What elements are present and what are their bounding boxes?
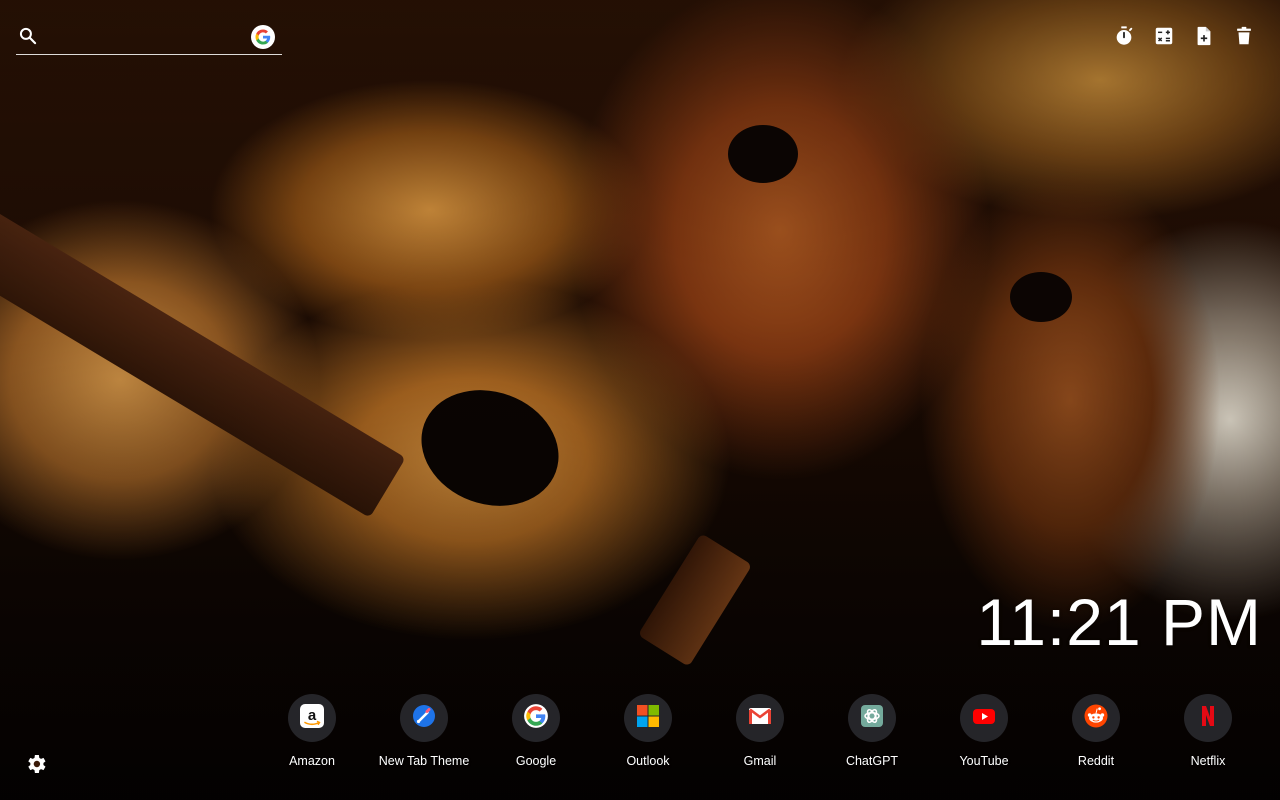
outlook-icon xyxy=(635,703,661,734)
shortcut-label: ChatGPT xyxy=(845,754,899,768)
search-icon[interactable] xyxy=(18,26,38,46)
shortcut-google[interactable]: Google xyxy=(480,694,592,768)
shortcut-tile[interactable] xyxy=(400,694,448,742)
shortcut-label: Google xyxy=(515,754,557,768)
timer-icon[interactable] xyxy=(1112,24,1136,48)
gear-icon[interactable] xyxy=(24,752,48,776)
shortcut-new-tab-theme[interactable]: New Tab Theme xyxy=(368,694,480,768)
shortcut-label: Amazon xyxy=(289,754,335,768)
shortcut-reddit[interactable]: Reddit xyxy=(1040,694,1152,768)
shortcut-outlook[interactable]: Outlook xyxy=(592,694,704,768)
google-search-engine-icon[interactable] xyxy=(251,25,275,49)
trash-icon[interactable] xyxy=(1232,24,1256,48)
wallpaper-shade xyxy=(0,0,1280,800)
shortcut-gmail[interactable]: Gmail xyxy=(704,694,816,768)
shortcut-label: YouTube xyxy=(959,754,1009,768)
shortcut-tile[interactable] xyxy=(512,694,560,742)
shortcut-tile[interactable] xyxy=(736,694,784,742)
svg-text:a: a xyxy=(308,707,317,724)
wallpaper-background: 11:21 PM a Amazon New Tab Theme Google O… xyxy=(0,0,1280,800)
reddit-icon xyxy=(1083,703,1109,734)
clock-display: 11:21 PM xyxy=(976,585,1262,659)
calculator-icon[interactable] xyxy=(1152,24,1176,48)
shortcut-tile[interactable] xyxy=(960,694,1008,742)
shortcut-youtube[interactable]: YouTube xyxy=(928,694,1040,768)
shortcut-tile[interactable] xyxy=(1184,694,1232,742)
netflix-icon xyxy=(1195,703,1221,734)
shortcut-label: New Tab Theme xyxy=(378,754,470,768)
shortcut-chatgpt[interactable]: ChatGPT xyxy=(816,694,928,768)
search-bar xyxy=(16,22,282,55)
shortcut-tile[interactable] xyxy=(1072,694,1120,742)
search-input[interactable] xyxy=(48,26,252,50)
top-right-toolbar xyxy=(1112,24,1256,48)
youtube-icon xyxy=(971,703,997,734)
shortcut-label: Reddit xyxy=(1077,754,1115,768)
google-icon xyxy=(523,703,549,734)
shortcut-netflix[interactable]: Netflix xyxy=(1152,694,1264,768)
note-add-icon[interactable] xyxy=(1192,24,1216,48)
shortcut-tile[interactable] xyxy=(624,694,672,742)
chatgpt-icon xyxy=(859,703,885,734)
shortcut-label: Netflix xyxy=(1190,754,1226,768)
shortcut-bar: a Amazon New Tab Theme Google Outlook Gm… xyxy=(256,694,1264,768)
shortcut-label: Gmail xyxy=(743,754,777,768)
shortcut-tile[interactable] xyxy=(848,694,896,742)
shortcut-label: Outlook xyxy=(626,754,670,768)
new-tab-theme-icon xyxy=(411,703,437,734)
gmail-icon xyxy=(747,703,773,734)
shortcut-amazon[interactable]: a Amazon xyxy=(256,694,368,768)
amazon-icon: a xyxy=(299,703,325,734)
shortcut-tile[interactable]: a xyxy=(288,694,336,742)
